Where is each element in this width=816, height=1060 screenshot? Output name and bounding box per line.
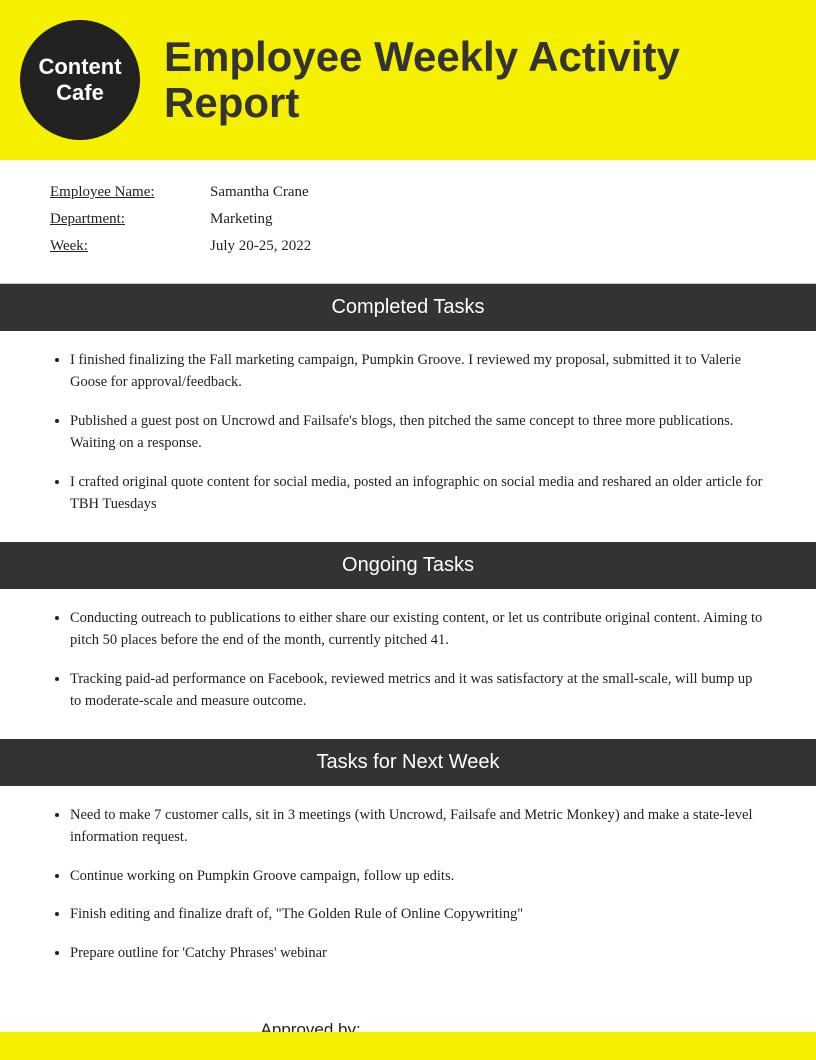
- department-row: Department: Marketing: [50, 211, 766, 228]
- week-value: July 20-25, 2022: [210, 238, 311, 255]
- list-item: Prepare outline for 'Catchy Phrases' web…: [70, 942, 766, 964]
- report-title: Employee Weekly Activity Report: [164, 34, 788, 126]
- department-label: Department:: [50, 211, 210, 228]
- page-header: Content Cafe Employee Weekly Activity Re…: [0, 0, 816, 160]
- completed-tasks-list: I finished finalizing the Fall marketing…: [0, 331, 816, 542]
- completed-tasks-header: Completed Tasks: [0, 284, 816, 331]
- week-label: Week:: [50, 238, 210, 255]
- week-row: Week: July 20-25, 2022: [50, 238, 766, 255]
- department-value: Marketing: [210, 211, 272, 228]
- list-item: Published a guest post on Uncrowd and Fa…: [70, 410, 766, 455]
- logo: Content Cafe: [20, 20, 140, 140]
- next-week-tasks-list: Need to make 7 customer calls, sit in 3 …: [0, 786, 816, 990]
- ongoing-tasks-header: Ongoing Tasks: [0, 542, 816, 589]
- list-item: I crafted original quote content for soc…: [70, 471, 766, 516]
- next-week-tasks-header: Tasks for Next Week: [0, 739, 816, 786]
- list-item: Continue working on Pumpkin Groove campa…: [70, 865, 766, 887]
- list-item: Finish editing and finalize draft of, "T…: [70, 903, 766, 925]
- employee-label: Employee Name:: [50, 184, 210, 201]
- ongoing-tasks-list: Conducting outreach to publications to e…: [0, 589, 816, 739]
- info-section: Employee Name: Samantha Crane Department…: [0, 160, 816, 284]
- list-item: Tracking paid-ad performance on Facebook…: [70, 668, 766, 713]
- logo-line2: Cafe: [56, 80, 104, 105]
- list-item: Need to make 7 customer calls, sit in 3 …: [70, 804, 766, 849]
- list-item: I finished finalizing the Fall marketing…: [70, 349, 766, 394]
- logo-text: Content Cafe: [38, 54, 121, 107]
- employee-value: Samantha Crane: [210, 184, 309, 201]
- employee-row: Employee Name: Samantha Crane: [50, 184, 766, 201]
- list-item: Conducting outreach to publications to e…: [70, 607, 766, 652]
- logo-line1: Content: [38, 54, 121, 79]
